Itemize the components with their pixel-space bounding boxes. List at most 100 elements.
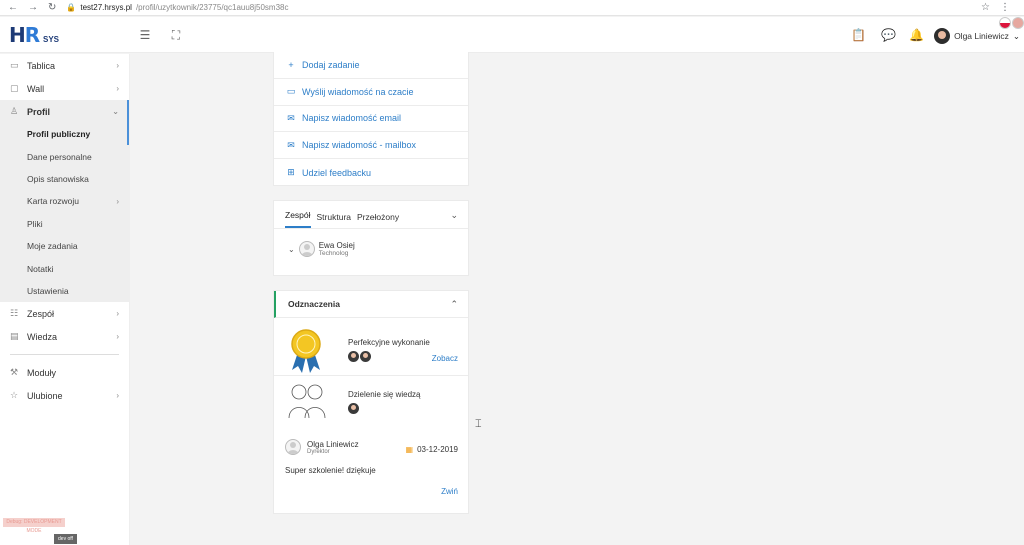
url-path: /profil/uzytkownik/23775/qc1auu8j50sm38c <box>135 3 289 12</box>
chat-icon: ▭ <box>286 86 296 97</box>
chevron-up-icon[interactable]: ⌃ <box>450 299 458 310</box>
sidebar-item-wall[interactable]: ▢ Wall › <box>0 77 129 100</box>
comment-date-value: 03-12-2019 <box>417 445 458 454</box>
user-menu[interactable]: Olga Liniewicz ⌄ <box>934 28 1020 44</box>
sidebar-subitem-label: Pliki <box>27 218 43 229</box>
awards-title: Odznaczenia <box>288 299 340 309</box>
action-label: Wyślij wiadomość na czacie <box>302 86 414 97</box>
flag-en-icon[interactable] <box>1012 17 1024 29</box>
fullscreen-icon[interactable]: ⛶ <box>169 28 183 42</box>
dev-toggle-button[interactable]: dev off <box>54 534 77 544</box>
people-icon <box>288 384 326 419</box>
sidebar-item-profil[interactable]: ♙ Profil ⌄ <box>0 100 129 123</box>
book-icon: ▤ <box>10 331 19 342</box>
chevron-right-icon: › <box>116 391 119 401</box>
award-comment-author: Olga Liniewicz Dyrektor <box>285 439 359 455</box>
award-item: Perfekcyjne wykonanie Zobacz <box>274 318 468 376</box>
sidebar-item-label: Wall <box>27 83 45 94</box>
sidebar-item-moduly[interactable]: ⚒ Moduły <box>0 361 129 384</box>
comment-author-role: Dyrektor <box>307 448 330 455</box>
sidebar-subitem-label: Moje zadania <box>27 241 78 252</box>
award-title: Dzielenie się wiedzą <box>348 390 421 399</box>
action-label: Napisz wiadomość - mailbox <box>302 140 417 151</box>
comment-text: Super szkolenie! dziękuje <box>285 466 376 475</box>
team-member[interactable]: ⌄ Ewa Osiej Technolog <box>274 229 468 257</box>
flag-pl-icon[interactable] <box>999 17 1011 29</box>
sidebar: ▭ Tablica › ▢ Wall › ♙ Profil ⌄ Profil p… <box>0 54 130 545</box>
logo-sys: SYS <box>43 35 60 44</box>
medal-icon <box>291 329 321 373</box>
chevron-right-icon: › <box>116 61 119 70</box>
app-header: HR SYS ☰ ⛶ 📋 💬 🔔 Olga Liniewicz ⌄ <box>0 17 1024 53</box>
member-role: Technolog <box>318 250 349 257</box>
sidebar-subitem-profil-publiczny[interactable]: Profil publiczny <box>0 123 129 146</box>
tab-przelozony[interactable]: Przełożony <box>357 212 399 228</box>
browser-nav: ← → ↻ <box>0 2 56 13</box>
sidebar-subitem-label: Profil publiczny <box>27 129 91 140</box>
sidebar-subitem-karta-rozwoju[interactable]: Karta rozwoju › <box>0 190 129 213</box>
chevron-down-icon[interactable]: ⌄ <box>450 210 458 221</box>
browser-toolbar: ← → ↻ 🔒 test27.hrsys.pl/profil/uzytkowni… <box>0 0 1024 16</box>
sidebar-subitem-ustawienia[interactable]: Ustawienia <box>0 279 129 303</box>
reload-icon[interactable]: ↻ <box>48 2 56 13</box>
bookmark-star-icon[interactable]: ☆ <box>981 2 990 13</box>
sidebar-item-label: Wiedza <box>27 331 58 342</box>
sidebar-subitem-notatki[interactable]: Notatki <box>0 257 129 280</box>
action-label: Udziel feedbacku <box>302 167 372 178</box>
forward-arrow-icon[interactable]: → <box>28 2 38 13</box>
chat-message-action[interactable]: ▭ Wyślij wiadomość na czacie <box>274 79 468 106</box>
sidebar-subitem-label: Dane personalne <box>27 151 92 162</box>
comment-author-info: Olga Liniewicz Dyrektor <box>307 440 359 455</box>
hrsys-logo[interactable]: HR SYS <box>9 24 69 46</box>
sidebar-item-zespol[interactable]: ☷ Zespół › <box>0 302 129 325</box>
mailbox-message-action[interactable]: ✉ Napisz wiadomość - mailbox <box>274 132 468 160</box>
url-host: test27.hrsys.pl <box>80 3 132 12</box>
chevron-down-icon[interactable]: ⌄ <box>288 245 295 254</box>
awards-card: Odznaczenia ⌃ Perfekcyjne wykonanie Zoba… <box>273 290 469 514</box>
avatar <box>360 351 371 362</box>
chevron-right-icon: › <box>116 196 119 206</box>
clipboard-icon[interactable]: 📋 <box>851 28 866 42</box>
comment-author-name: Olga Liniewicz <box>307 439 359 449</box>
awards-header[interactable]: Odznaczenia ⌃ <box>274 291 468 318</box>
avatar-placeholder <box>298 241 315 257</box>
chevron-right-icon: › <box>116 84 119 93</box>
sidebar-subitem-label: Notatki <box>27 263 54 274</box>
avatar <box>348 403 359 414</box>
add-task-action[interactable]: + Dodaj zadanie <box>274 52 468 79</box>
give-feedback-action[interactable]: ⊞ Udziel feedbacku <box>274 159 468 186</box>
sidebar-subitem-label: Ustawienia <box>27 285 69 296</box>
avatar-placeholder <box>285 439 301 455</box>
team-icon: ☷ <box>10 308 19 319</box>
chevron-down-icon: ⌄ <box>1012 30 1020 41</box>
sidebar-item-label: Tablica <box>27 60 56 71</box>
bell-icon[interactable]: 🔔 <box>909 28 924 42</box>
user-avatar <box>934 28 951 44</box>
user-name: Olga Liniewicz <box>954 31 1009 41</box>
sidebar-item-tablica[interactable]: ▭ Tablica › <box>0 54 129 77</box>
logo-hr: HR <box>9 23 40 47</box>
address-bar[interactable]: 🔒 test27.hrsys.pl/profil/uzytkownik/2377… <box>66 3 288 12</box>
tab-struktura[interactable]: Struktura <box>317 212 352 228</box>
browser-menu-icon[interactable]: ⋮ <box>1000 2 1010 13</box>
view-award-link[interactable]: Zobacz <box>432 354 458 363</box>
collapse-link[interactable]: Zwiń <box>441 487 458 496</box>
sidebar-subitem-label: Karta rozwoju <box>27 196 79 207</box>
sidebar-subitem-opis-stanowiska[interactable]: Opis stanowiska <box>0 167 129 191</box>
comment-date: ▦ 03-12-2019 <box>406 445 458 454</box>
sidebar-item-ulubione[interactable]: ☆ Ulubione › <box>0 384 129 407</box>
messages-icon[interactable]: 💬 <box>881 28 896 42</box>
sidebar-subitem-dane-personalne[interactable]: Dane personalne <box>0 145 129 168</box>
sidebar-subitem-moje-zadania[interactable]: Moje zadania <box>0 234 129 258</box>
monitor-icon: ▭ <box>10 60 19 70</box>
back-arrow-icon[interactable]: ← <box>8 2 18 13</box>
hamburger-menu-icon[interactable]: ☰ <box>138 28 152 42</box>
sidebar-subitem-label: Opis stanowiska <box>27 173 89 184</box>
sidebar-item-wiedza[interactable]: ▤ Wiedza › <box>0 325 129 348</box>
member-info: Ewa Osiej Technolog <box>319 241 355 257</box>
language-switcher <box>999 17 1024 29</box>
sidebar-subitem-pliki[interactable]: Pliki <box>0 212 129 235</box>
email-message-action[interactable]: ✉ Napisz wiadomość email <box>274 106 468 133</box>
tab-zespol[interactable]: Zespół <box>285 210 311 228</box>
chevron-right-icon: › <box>116 309 119 319</box>
